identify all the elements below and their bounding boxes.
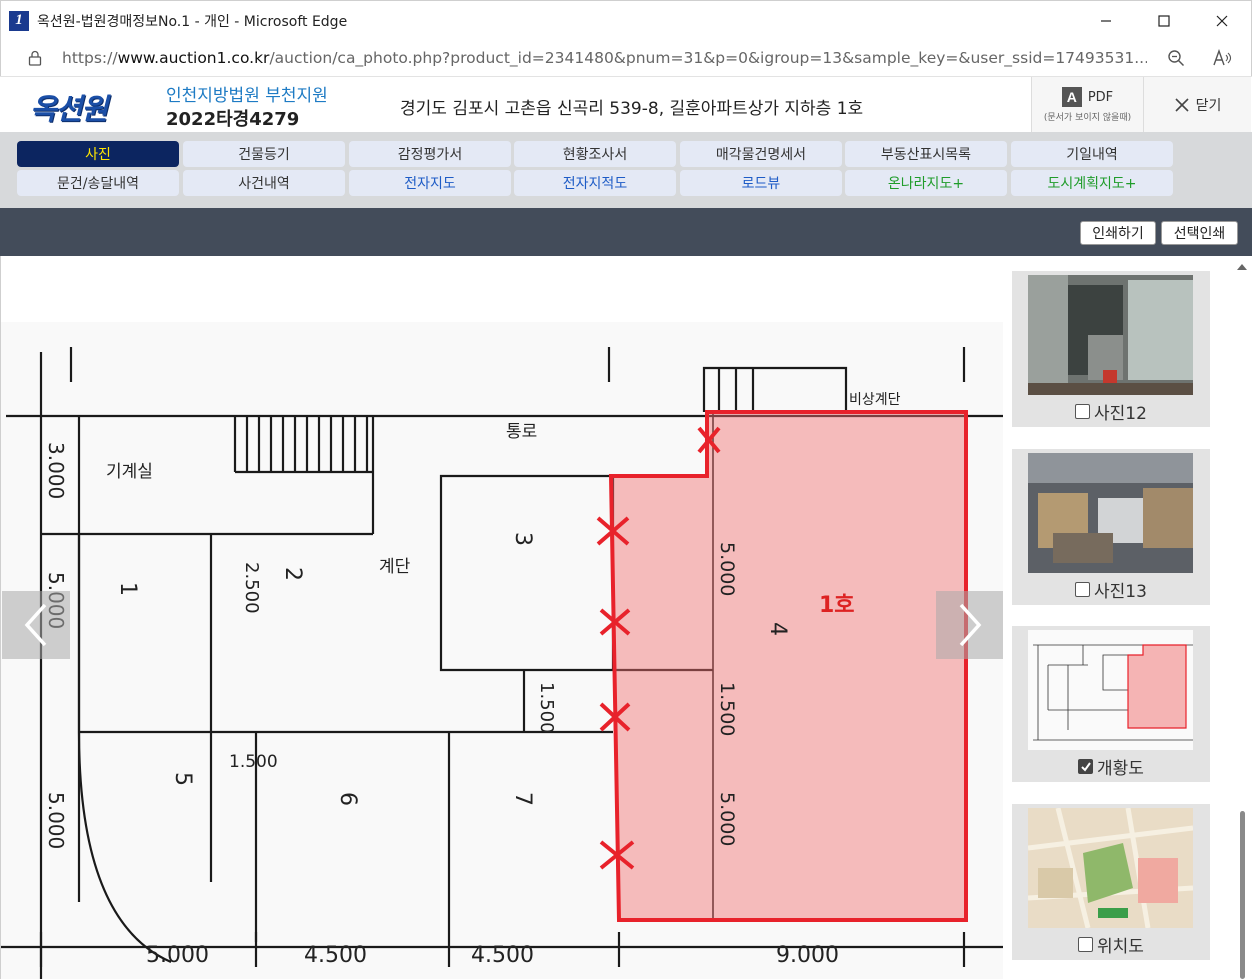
property-address: 경기도 김포시 고촌읍 신곡리 539-8, 길훈아파트상가 지하층 1호: [400, 99, 864, 119]
sidebar-scrollbar[interactable]: [1233, 256, 1252, 979]
unit-number-3: 3: [510, 532, 535, 546]
url-field[interactable]: https://www.auction1.co.kr/auction/ca_ph…: [62, 49, 1147, 67]
dim-label-1: 5.000: [146, 943, 209, 968]
unit-number-2: 2: [280, 567, 305, 581]
tab-road-view[interactable]: 로드뷰: [680, 170, 842, 196]
unit-number-6: 6: [335, 792, 360, 806]
pdf-note: (문서가 보이지 않을때): [1043, 113, 1132, 123]
adobe-pdf-icon: A: [1061, 87, 1082, 107]
dim-inner-6: 1.500: [536, 682, 557, 734]
location-map-checkbox[interactable]: [1078, 937, 1094, 952]
next-photo-button[interactable]: [936, 591, 1004, 659]
dim-inner-2: 1.500: [716, 682, 738, 736]
dim-label-4: 9.000: [776, 943, 839, 968]
stairs-label: 계단: [379, 557, 411, 577]
close-label: 닫기: [1195, 98, 1222, 114]
dim-inner-4: 2.500: [241, 562, 262, 614]
dim-left-3: 5.000: [44, 792, 68, 849]
read-aloud-icon[interactable]: [1211, 47, 1233, 69]
dim-left-1: 3.000: [44, 442, 68, 499]
court-name: 인천지방법원 부천지원: [166, 86, 328, 106]
prev-photo-button[interactable]: [2, 591, 70, 659]
scrollbar-thumb[interactable]: [1240, 811, 1245, 979]
chevron-left-icon: [24, 603, 47, 647]
close-page-button[interactable]: 닫기: [1143, 77, 1251, 133]
tab-schedule[interactable]: 기일내역: [1011, 141, 1173, 167]
app-logo-icon: 1: [9, 10, 29, 31]
pdf-button[interactable]: A PDF (문서가 보이지 않을때): [1031, 77, 1143, 133]
site-header: 옥션원 인천지방법원 부천지원 2022타경4279 경기도 김포시 고촌읍 신…: [0, 76, 1252, 133]
dim-inner-3: 5.000: [716, 792, 738, 846]
tab-bar: 사진 건물등기 감정평가서 현황조사서 매각물건명세서 부동산표시목록 기일내역…: [0, 132, 1252, 208]
close-icon: [1175, 98, 1189, 112]
maximize-button[interactable]: [1135, 1, 1193, 41]
thumbnail-photo13[interactable]: 사진13: [1012, 449, 1210, 605]
tab-case-history[interactable]: 사건내역: [183, 170, 345, 196]
dim-inner-5: 1.500: [229, 752, 278, 772]
floor-plan-image: 1호 비상계단 5.000 4.500 4.500 9.000 3.000 5.…: [1, 322, 1004, 979]
tab-cadastral-map[interactable]: 전자지적도: [514, 170, 676, 196]
window-title-bar: 1 옥션원-법원경매정보No.1 - 개인 - Microsoft Edge: [0, 0, 1252, 40]
machine-room-label: 기계실: [106, 462, 153, 482]
photo-viewer: 1호 비상계단 5.000 4.500 4.500 9.000 3.000 5.…: [0, 256, 1004, 979]
window-title: 옥션원-법원경매정보No.1 - 개인 - Microsoft Edge: [37, 13, 348, 30]
thumbnail-image: [1028, 630, 1193, 750]
thumbnail-list: 사진12 사진13 개황도 위치도: [1003, 256, 1233, 979]
thumbnail-image: [1028, 275, 1193, 395]
thumbnail-image: [1028, 808, 1193, 928]
minimize-icon: [1101, 20, 1111, 22]
checkmark-icon: [1080, 761, 1091, 772]
scroll-up-icon[interactable]: [1237, 264, 1247, 270]
tab-documents[interactable]: 문건/송달내역: [17, 170, 179, 196]
brand-logo[interactable]: 옥션원: [30, 86, 108, 128]
url-prefix: https://: [62, 49, 118, 67]
maximize-icon: [1158, 15, 1170, 27]
close-window-button[interactable]: [1193, 1, 1251, 41]
thumbnail-photo12[interactable]: 사진12: [1012, 271, 1210, 427]
url-path: /auction/ca_photo.php?product_id=2341480…: [269, 49, 1147, 67]
thumbnail-location-map[interactable]: 위치도: [1012, 804, 1210, 960]
tab-onnara-map[interactable]: 온나라지도+: [845, 170, 1007, 196]
chevron-right-icon: [959, 603, 982, 647]
tab-building-registry[interactable]: 건물등기: [183, 141, 345, 167]
unit-number-4: 4: [765, 622, 790, 636]
thumbnail-caption: 개황도: [1097, 759, 1144, 779]
tab-appraisal[interactable]: 감정평가서: [349, 141, 511, 167]
dim-inner-1: 5.000: [716, 542, 738, 596]
unit-number-1: 1: [115, 582, 140, 596]
passage-label: 통로: [506, 422, 537, 442]
tab-photo[interactable]: 사진: [17, 141, 179, 167]
thumbnail-caption: 사진13: [1094, 582, 1147, 602]
photo13-checkbox[interactable]: [1075, 582, 1091, 597]
tab-urban-plan-map[interactable]: 도시계획지도+: [1011, 170, 1173, 196]
tab-property-list[interactable]: 부동산표시목록: [845, 141, 1007, 167]
tab-e-map[interactable]: 전자지도: [349, 170, 511, 196]
thumbnail-caption: 위치도: [1097, 937, 1144, 957]
print-button[interactable]: 인쇄하기: [1080, 221, 1156, 245]
tab-status-report[interactable]: 현황조사서: [514, 141, 676, 167]
photo12-checkbox[interactable]: [1075, 404, 1091, 419]
dim-label-2: 4.500: [304, 943, 367, 968]
zoom-out-icon[interactable]: [1165, 47, 1187, 69]
unit-number-7: 7: [510, 792, 535, 806]
thumbnail-image: [1028, 453, 1193, 573]
close-icon: [1216, 15, 1228, 27]
url-host: www.auction1.co.kr: [117, 49, 270, 67]
thumbnail-floor-plan[interactable]: 개황도: [1012, 626, 1210, 782]
case-number: 2022타경4279: [166, 109, 300, 130]
lock-icon[interactable]: [26, 49, 44, 67]
tab-sale-details[interactable]: 매각물건명세서: [680, 141, 842, 167]
emergency-stairs-label: 비상계단: [849, 392, 901, 408]
unit-label: 1호: [819, 593, 855, 618]
unit-number-5: 5: [170, 772, 195, 786]
pdf-label: PDF: [1087, 89, 1114, 105]
minimize-button[interactable]: [1077, 1, 1135, 41]
floor-plan-checkbox[interactable]: [1078, 759, 1094, 774]
thumbnail-caption: 사진12: [1094, 404, 1147, 424]
photo-toolbar: 인쇄하기 선택인쇄: [0, 208, 1252, 256]
address-bar: https://www.auction1.co.kr/auction/ca_ph…: [0, 40, 1252, 76]
dim-label-3: 4.500: [471, 943, 534, 968]
select-print-button[interactable]: 선택인쇄: [1161, 221, 1238, 245]
